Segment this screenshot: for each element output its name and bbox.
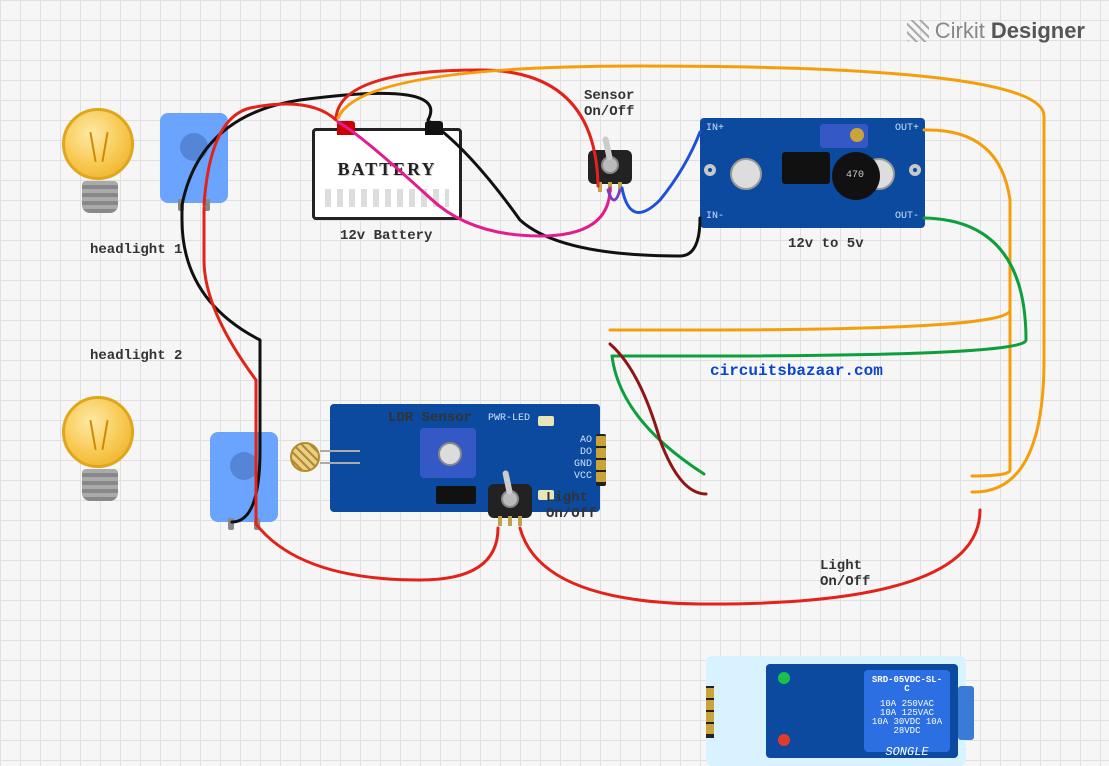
relay-cube: SRD-05VDC-SL-C 10A 250VAC 10A 125VAC 10A… bbox=[864, 670, 950, 752]
headlight-1-label: headlight 1 bbox=[90, 242, 182, 258]
headlight-2-socket bbox=[210, 432, 278, 522]
buck-converter: IN+ IN- OUT+ OUT- bbox=[700, 118, 925, 228]
relay-cube-mid: 10A 250VAC 10A 125VAC bbox=[870, 700, 944, 718]
battery-text: BATTERY bbox=[315, 159, 459, 180]
ldr-pin-do: DO bbox=[580, 448, 592, 458]
sensor-switch-label-1: Sensor bbox=[584, 88, 634, 104]
ldr-pwr-led-label: PWR-LED bbox=[488, 414, 530, 424]
relay-cube-mid2: 10A 30VDC 10A 28VDC bbox=[870, 718, 944, 736]
buck-out-plus: OUT+ bbox=[895, 124, 919, 134]
brand-hatch-icon bbox=[907, 20, 929, 42]
ldr-potentiometer[interactable] bbox=[420, 428, 476, 478]
relay-brand: SONGLE bbox=[870, 746, 944, 758]
battery-positive-terminal bbox=[337, 121, 355, 135]
ldr-pwr-led-icon bbox=[538, 416, 554, 426]
relay-pin-header bbox=[706, 686, 714, 738]
ldr-pin-ao: AO bbox=[580, 436, 592, 446]
headlight-2-bulb bbox=[62, 396, 142, 501]
relay-label-2: On/Off bbox=[820, 574, 870, 590]
ldr-pin-vcc: VCC bbox=[574, 472, 592, 482]
buck-in-minus: IN- bbox=[706, 212, 724, 222]
relay-power-led-icon bbox=[778, 672, 790, 684]
relay-label-1: Light bbox=[820, 558, 862, 574]
buck-label: 12v to 5v bbox=[788, 236, 864, 252]
relay-screw-terminal bbox=[958, 686, 974, 740]
buck-in-plus: IN+ bbox=[706, 124, 724, 134]
sensor-switch-label-2: On/Off bbox=[584, 104, 634, 120]
battery-label: 12v Battery bbox=[340, 228, 432, 244]
buck-out-minus: OUT- bbox=[895, 212, 919, 222]
headlight-1-socket bbox=[160, 113, 228, 203]
brand-suffix: Designer bbox=[991, 18, 1085, 44]
battery-negative-terminal bbox=[425, 121, 443, 135]
relay-cube-top: SRD-05VDC-SL-C bbox=[870, 676, 944, 694]
brand-logo: Cirkit Designer bbox=[907, 18, 1085, 44]
brand-prefix: Cirkit bbox=[935, 18, 985, 44]
watermark-text: circuitsbazaar.com bbox=[710, 362, 883, 380]
battery-12v: BATTERY bbox=[312, 128, 462, 220]
light-toggle-switch[interactable] bbox=[488, 462, 532, 518]
sensor-toggle-switch[interactable] bbox=[588, 128, 632, 184]
relay-module: SRD-05VDC-SL-C 10A 250VAC 10A 125VAC 10A… bbox=[706, 656, 966, 766]
ldr-photoresistor-icon bbox=[290, 442, 320, 472]
headlight-1-bulb bbox=[62, 108, 142, 213]
light-switch-label-1: Light bbox=[546, 490, 588, 506]
ldr-label: LDR Sensor bbox=[388, 410, 472, 426]
relay-signal-led-icon bbox=[778, 734, 790, 746]
ldr-pin-gnd: GND bbox=[574, 460, 592, 470]
headlight-2-label: headlight 2 bbox=[90, 348, 182, 364]
light-switch-label-2: On/Off bbox=[546, 506, 596, 522]
